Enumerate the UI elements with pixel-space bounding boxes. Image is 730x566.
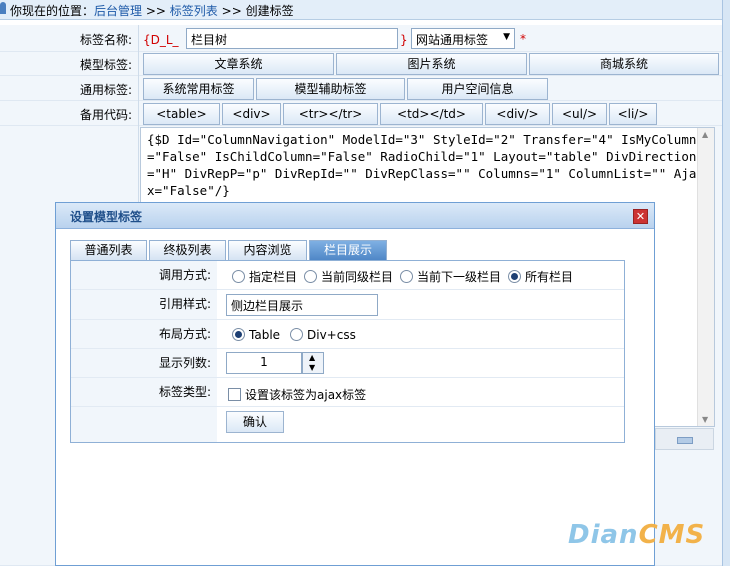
style-input[interactable]: 侧边栏目展示 xyxy=(226,294,378,316)
radio-layout-divcss[interactable]: Div+css xyxy=(290,328,356,342)
row-call-mode: 调用方式: 指定栏目 当前同级栏目 当前下一级栏目 所有栏目 xyxy=(71,261,624,290)
code-button-table[interactable]: <table> xyxy=(143,103,220,125)
code-button-div-self[interactable]: <div/> xyxy=(485,103,550,125)
backup-code-label: 备用代码: xyxy=(79,108,132,122)
tag-code-text: {$D Id="ColumnNavigation" ModelId="3" St… xyxy=(147,132,697,198)
confirm-button[interactable]: 确认 xyxy=(226,411,284,433)
row-columns: 显示列数: 1 ▲ ▼ xyxy=(71,349,624,378)
tab-column-display[interactable]: 栏目展示 xyxy=(309,240,387,260)
radio-specified-column[interactable]: 指定栏目 xyxy=(232,268,297,285)
checkbox-icon xyxy=(228,388,241,401)
radio-icon xyxy=(290,328,303,341)
model-tag-button-image[interactable]: 图片系统 xyxy=(336,53,527,75)
dialog-titlebar[interactable]: 设置模型标签 xyxy=(56,203,654,229)
right-frame-border xyxy=(722,0,730,566)
tab-panel-column-display: 调用方式: 指定栏目 当前同级栏目 当前下一级栏目 所有栏目 引用样式: 侧边栏… xyxy=(70,260,625,443)
breadcrumb-separator: >> xyxy=(145,4,166,18)
required-mark: * xyxy=(520,32,526,46)
tag-suffix: } xyxy=(400,33,408,47)
common-tag-button-model-aux[interactable]: 模型辅助标签 xyxy=(256,78,405,100)
model-tag-dialog: 设置模型标签 ✕ 普通列表 终极列表 内容浏览 栏目展示 调用方式: 指定栏目 … xyxy=(55,202,655,566)
scroll-up-icon[interactable]: ▲ xyxy=(702,130,708,139)
ajax-tag-checkbox[interactable]: 设置该标签为ajax标签 xyxy=(228,386,366,403)
common-tag-button-system[interactable]: 系统常用标签 xyxy=(143,78,254,100)
radio-layout-table[interactable]: Table xyxy=(232,328,280,342)
model-tags-label: 模型标签: xyxy=(79,58,132,72)
radio-all-columns[interactable]: 所有栏目 xyxy=(508,268,573,285)
columns-spinner-input[interactable]: 1 xyxy=(226,352,302,374)
style-label: 引用样式: xyxy=(71,290,217,319)
row-confirm: 确认 xyxy=(71,407,624,442)
layout-label: 布局方式: xyxy=(71,320,217,348)
row-style: 引用样式: 侧边栏目展示 xyxy=(71,290,624,320)
breadcrumb-link-admin[interactable]: 后台管理 xyxy=(94,4,142,18)
radio-icon xyxy=(304,270,317,283)
tag-type-select[interactable]: 网站通用标签 ▼ xyxy=(411,28,515,49)
tab-normal-list[interactable]: 普通列表 xyxy=(70,240,147,260)
common-tag-button-user-space[interactable]: 用户空间信息 xyxy=(407,78,548,100)
breadcrumb-current: 创建标签 xyxy=(245,4,294,18)
tag-type-label: 标签类型: xyxy=(71,378,217,406)
scroll-down-icon[interactable]: ▼ xyxy=(702,415,708,424)
call-mode-label: 调用方式: xyxy=(71,261,217,289)
radio-icon xyxy=(400,270,413,283)
code-scrollbar[interactable]: ▲ ▼ xyxy=(697,128,714,426)
radio-selected-icon xyxy=(508,270,521,283)
row-tag-type: 标签类型: 设置该标签为ajax标签 xyxy=(71,378,624,407)
code-button-tr[interactable]: <tr></tr> xyxy=(283,103,378,125)
spinner-up-icon[interactable]: ▲ xyxy=(309,353,315,362)
common-tags-label: 通用标签: xyxy=(79,83,132,97)
model-tag-button-shop[interactable]: 商城系统 xyxy=(529,53,719,75)
columns-spinner[interactable]: ▲ ▼ xyxy=(302,352,324,374)
tag-type-select-value: 网站通用标签 xyxy=(416,33,489,47)
columns-label: 显示列数: xyxy=(71,349,217,377)
row-layout: 布局方式: Table Div+css xyxy=(71,320,624,349)
breadcrumb-link-tag-list[interactable]: 标签列表 xyxy=(170,4,218,18)
code-button-div[interactable]: <div> xyxy=(222,103,281,125)
dialog-title: 设置模型标签 xyxy=(70,210,143,224)
tab-content-browse[interactable]: 内容浏览 xyxy=(228,240,307,260)
model-tag-button-article[interactable]: 文章系统 xyxy=(143,53,334,75)
radio-same-level-column[interactable]: 当前同级栏目 xyxy=(304,268,393,285)
code-button-td[interactable]: <td></td> xyxy=(380,103,483,125)
chevron-down-icon: ▼ xyxy=(503,32,510,42)
confirm-row-label-cell xyxy=(71,407,217,442)
code-button-li[interactable]: <li/> xyxy=(609,103,657,125)
location-pin-icon xyxy=(0,2,6,14)
close-icon[interactable]: ✕ xyxy=(633,209,648,224)
tag-name-input[interactable]: 栏目树 xyxy=(186,28,398,49)
radio-icon xyxy=(232,270,245,283)
code-button-ul[interactable]: <ul/> xyxy=(552,103,607,125)
horizontal-scrollbar[interactable] xyxy=(655,428,714,450)
radio-selected-icon xyxy=(232,328,245,341)
tab-ultimate-list[interactable]: 终极列表 xyxy=(149,240,226,260)
spinner-down-icon[interactable]: ▼ xyxy=(309,363,315,372)
tag-name-label: 标签名称: xyxy=(79,33,132,47)
breadcrumb-separator: >> xyxy=(221,4,242,18)
radio-next-level-column[interactable]: 当前下一级栏目 xyxy=(400,268,501,285)
breadcrumb: 你现在的位置：后台管理 >> 标签列表 >> 创建标签 xyxy=(0,0,722,20)
scroll-thumb[interactable] xyxy=(677,437,693,444)
tag-prefix: {D_L_ xyxy=(143,33,179,47)
diancms-logo: DianCMS xyxy=(568,520,706,550)
breadcrumb-prefix: 你现在的位置： xyxy=(10,4,95,18)
